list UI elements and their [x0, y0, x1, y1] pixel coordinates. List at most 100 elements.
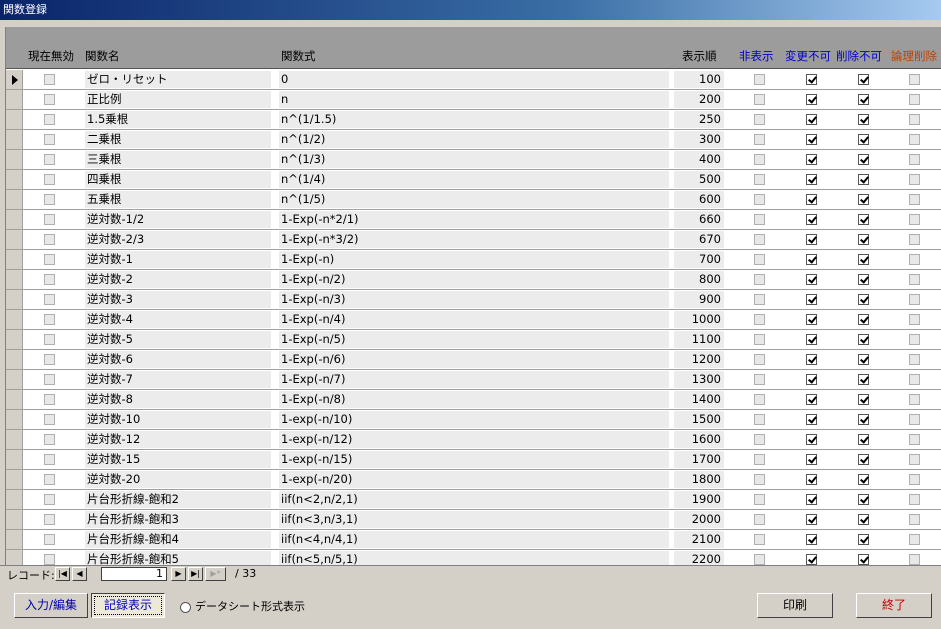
hidden-checkbox[interactable] [754, 214, 765, 225]
table-row[interactable]: 逆対数-4 1-Exp(-n/4) 1000 [6, 310, 941, 330]
no-delete-checkbox[interactable] [858, 554, 869, 565]
function-expr-cell[interactable]: 1-Exp(-n/3) [279, 291, 669, 308]
display-order-cell[interactable]: 2200 [674, 551, 724, 565]
invalid-checkbox[interactable] [44, 354, 55, 365]
table-row[interactable]: 逆対数-12 1-exp(-n/12) 1600 [6, 430, 941, 450]
logical-delete-checkbox[interactable] [909, 94, 920, 105]
function-expr-cell[interactable]: 1-Exp(-n/6) [279, 351, 669, 368]
hidden-checkbox[interactable] [754, 414, 765, 425]
function-expr-cell[interactable]: 1-Exp(-n*2/1) [279, 211, 669, 228]
record-selector[interactable] [6, 550, 23, 565]
hidden-checkbox[interactable] [754, 74, 765, 85]
function-name-cell[interactable]: 逆対数-12 [85, 431, 271, 448]
invalid-checkbox[interactable] [44, 514, 55, 525]
record-selector[interactable] [6, 70, 23, 89]
logical-delete-checkbox[interactable] [909, 274, 920, 285]
invalid-checkbox[interactable] [44, 214, 55, 225]
hidden-checkbox[interactable] [754, 134, 765, 145]
hidden-checkbox[interactable] [754, 254, 765, 265]
hidden-checkbox[interactable] [754, 274, 765, 285]
record-selector[interactable] [6, 430, 23, 449]
table-row[interactable]: 逆対数-10 1-exp(-n/10) 1500 [6, 410, 941, 430]
invalid-checkbox[interactable] [44, 114, 55, 125]
hidden-checkbox[interactable] [754, 554, 765, 565]
function-name-cell[interactable]: 逆対数-15 [85, 451, 271, 468]
no-change-checkbox[interactable] [806, 194, 817, 205]
display-order-cell[interactable]: 1400 [674, 391, 724, 408]
function-name-cell[interactable]: 五乗根 [85, 191, 271, 208]
display-order-cell[interactable]: 670 [674, 231, 724, 248]
hidden-checkbox[interactable] [754, 454, 765, 465]
logical-delete-checkbox[interactable] [909, 434, 920, 445]
record-selector[interactable] [6, 130, 23, 149]
invalid-checkbox[interactable] [44, 394, 55, 405]
no-change-checkbox[interactable] [806, 474, 817, 485]
display-order-cell[interactable]: 500 [674, 171, 724, 188]
no-delete-checkbox[interactable] [858, 474, 869, 485]
record-selector[interactable] [6, 150, 23, 169]
new-record-icon[interactable]: ▶* [205, 567, 226, 581]
function-name-cell[interactable]: 逆対数-1 [85, 251, 271, 268]
display-order-cell[interactable]: 1100 [674, 331, 724, 348]
function-name-cell[interactable]: 逆対数-2 [85, 271, 271, 288]
logical-delete-checkbox[interactable] [909, 414, 920, 425]
hidden-checkbox[interactable] [754, 514, 765, 525]
display-order-cell[interactable]: 250 [674, 111, 724, 128]
logical-delete-checkbox[interactable] [909, 294, 920, 305]
hidden-checkbox[interactable] [754, 354, 765, 365]
function-expr-cell[interactable]: 1-exp(-n/10) [279, 411, 669, 428]
display-order-cell[interactable]: 1000 [674, 311, 724, 328]
no-change-checkbox[interactable] [806, 294, 817, 305]
no-delete-checkbox[interactable] [858, 534, 869, 545]
col-header-no-change[interactable]: 変更不可 [785, 48, 831, 64]
no-delete-checkbox[interactable] [858, 174, 869, 185]
hidden-checkbox[interactable] [754, 194, 765, 205]
hidden-checkbox[interactable] [754, 394, 765, 405]
function-expr-cell[interactable]: 1-Exp(-n/7) [279, 371, 669, 388]
logical-delete-checkbox[interactable] [909, 254, 920, 265]
col-header-invalid[interactable]: 現在無効 [28, 48, 74, 64]
display-order-cell[interactable]: 800 [674, 271, 724, 288]
no-delete-checkbox[interactable] [858, 334, 869, 345]
table-row[interactable]: 逆対数-7 1-Exp(-n/7) 1300 [6, 370, 941, 390]
no-delete-checkbox[interactable] [858, 374, 869, 385]
table-row[interactable]: 逆対数-3 1-Exp(-n/3) 900 [6, 290, 941, 310]
no-change-checkbox[interactable] [806, 394, 817, 405]
invalid-checkbox[interactable] [44, 234, 55, 245]
no-change-checkbox[interactable] [806, 414, 817, 425]
invalid-checkbox[interactable] [44, 454, 55, 465]
no-delete-checkbox[interactable] [858, 194, 869, 205]
no-delete-checkbox[interactable] [858, 514, 869, 525]
print-button[interactable]: 印刷 [757, 593, 833, 618]
function-name-cell[interactable]: 逆対数-1/2 [85, 211, 271, 228]
function-expr-cell[interactable]: n [279, 91, 669, 108]
record-selector[interactable] [6, 250, 23, 269]
invalid-checkbox[interactable] [44, 154, 55, 165]
no-change-checkbox[interactable] [806, 114, 817, 125]
function-name-cell[interactable]: 片台形折線-飽和2 [85, 491, 271, 508]
function-expr-cell[interactable]: 1-Exp(-n*3/2) [279, 231, 669, 248]
table-row[interactable]: 逆対数-6 1-Exp(-n/6) 1200 [6, 350, 941, 370]
record-selector[interactable] [6, 310, 23, 329]
no-change-checkbox[interactable] [806, 74, 817, 85]
table-row[interactable]: 逆対数-8 1-Exp(-n/8) 1400 [6, 390, 941, 410]
invalid-checkbox[interactable] [44, 534, 55, 545]
invalid-checkbox[interactable] [44, 274, 55, 285]
function-name-cell[interactable]: 正比例 [85, 91, 271, 108]
function-expr-cell[interactable]: 1-Exp(-n) [279, 251, 669, 268]
display-order-cell[interactable]: 900 [674, 291, 724, 308]
function-name-cell[interactable]: 1.5乗根 [85, 111, 271, 128]
record-selector[interactable] [6, 410, 23, 429]
table-row[interactable]: 三乗根 n^(1/3) 400 [6, 150, 941, 170]
function-expr-cell[interactable]: iif(n<3,n/3,1) [279, 511, 669, 528]
record-selector[interactable] [6, 170, 23, 189]
record-selector[interactable] [6, 530, 23, 549]
record-selector[interactable] [6, 230, 23, 249]
function-name-cell[interactable]: 二乗根 [85, 131, 271, 148]
function-name-cell[interactable]: 逆対数-6 [85, 351, 271, 368]
record-selector[interactable] [6, 90, 23, 109]
record-selector[interactable] [6, 290, 23, 309]
no-change-checkbox[interactable] [806, 314, 817, 325]
no-change-checkbox[interactable] [806, 174, 817, 185]
col-header-name[interactable]: 関数名 [85, 48, 120, 64]
